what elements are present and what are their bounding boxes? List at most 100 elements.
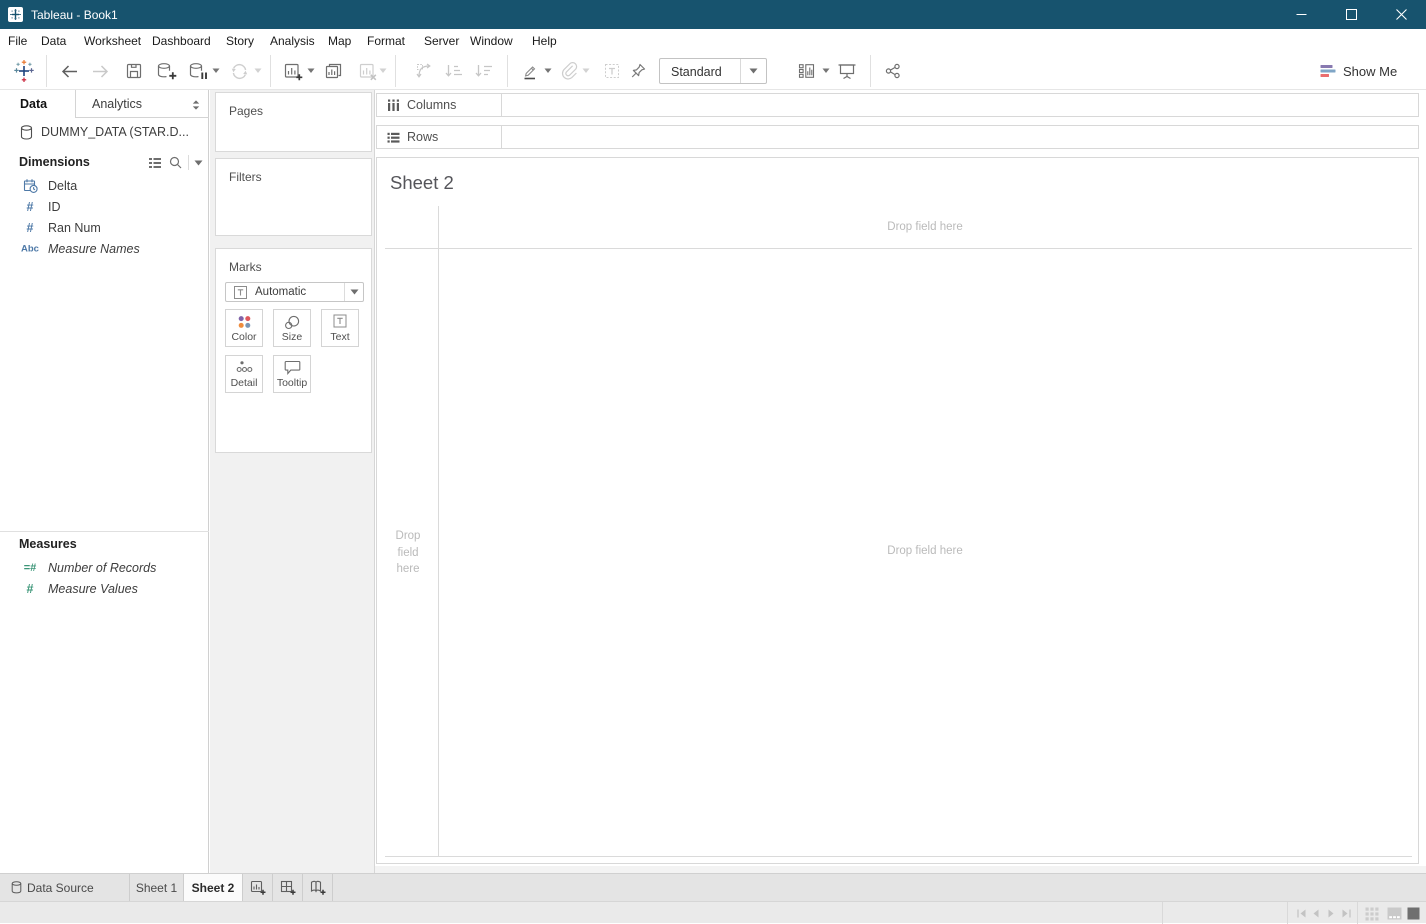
text-button[interactable]: Text	[321, 309, 359, 347]
dimensions-menu-caret[interactable]	[194, 160, 203, 166]
view-as-list-icon[interactable]	[148, 157, 162, 169]
group-members-caret[interactable]	[582, 68, 590, 74]
show-me-button[interactable]: Show Me	[1320, 58, 1397, 84]
size-button[interactable]: Size	[273, 309, 311, 347]
color-button[interactable]: Color	[225, 309, 263, 347]
field-measure-names[interactable]: Abc Measure Names	[0, 238, 209, 259]
swap-axes-button[interactable]	[412, 59, 436, 83]
show-mark-labels-button[interactable]	[600, 59, 624, 83]
tooltip-icon	[274, 360, 310, 375]
database-icon	[20, 125, 33, 140]
highlight-button[interactable]	[518, 59, 542, 83]
size-icon	[274, 314, 310, 331]
show-sheet-tabs-icon[interactable]	[1407, 907, 1420, 920]
sheet2-tab-active[interactable]: Sheet 2	[184, 874, 243, 901]
field-label: Number of Records	[48, 561, 156, 575]
fit-selector[interactable]: Standard	[659, 58, 767, 84]
close-button[interactable]	[1376, 0, 1426, 29]
new-worksheet-tab-button[interactable]	[243, 874, 273, 901]
clear-sheet-caret[interactable]	[379, 68, 387, 74]
detail-button[interactable]: Detail	[225, 355, 263, 393]
dimensions-title: Dimensions	[19, 155, 90, 169]
tab-analytics[interactable]: Analytics	[75, 90, 209, 118]
show-hide-cards-button[interactable]	[793, 59, 819, 83]
menu-worksheet[interactable]: Worksheet	[84, 29, 141, 53]
new-worksheet-button[interactable]	[280, 59, 304, 83]
new-story-tab-button[interactable]	[303, 874, 333, 901]
redo-button[interactable]	[89, 59, 113, 83]
sheet1-tab[interactable]: Sheet 1	[130, 874, 184, 901]
rows-shelf[interactable]: Rows	[376, 125, 1419, 149]
menu-format[interactable]: Format	[367, 29, 405, 53]
menu-analysis[interactable]: Analysis	[270, 29, 315, 53]
maximize-button[interactable]	[1326, 0, 1376, 29]
duplicate-sheet-button[interactable]	[321, 59, 345, 83]
toolbar: Standard Show Me	[0, 53, 1426, 90]
find-field-icon[interactable]	[169, 156, 182, 169]
field-delta[interactable]: Delta	[0, 175, 209, 196]
show-filmstrip-icon[interactable]	[1387, 907, 1402, 920]
tab-data[interactable]: Data	[0, 90, 75, 118]
group-members-button[interactable]	[557, 59, 581, 83]
pause-auto-updates-caret[interactable]	[212, 68, 220, 74]
fix-axes-button[interactable]	[626, 59, 650, 83]
presentation-mode-button[interactable]	[835, 59, 859, 83]
menu-dashboard[interactable]: Dashboard	[152, 29, 211, 53]
drop-field-hint-rows: Drop field here	[387, 528, 429, 578]
go-last-sheet-icon[interactable]	[1341, 909, 1352, 918]
number-icon: #	[21, 582, 39, 596]
field-ran-num[interactable]: # Ran Num	[0, 217, 209, 238]
new-data-source-button[interactable]	[153, 59, 179, 83]
pages-card[interactable]: Pages	[215, 92, 372, 152]
fit-selector-caret[interactable]	[740, 59, 766, 83]
size-label: Size	[274, 331, 310, 343]
cards-panel: Pages Filters Marks Automatic Color	[210, 90, 375, 873]
go-next-sheet-icon[interactable]	[1327, 909, 1335, 918]
field-id[interactable]: # ID	[0, 196, 209, 217]
field-number-of-records[interactable]: =# Number of Records	[0, 557, 209, 578]
show-hide-cards-caret[interactable]	[822, 68, 830, 74]
clear-sheet-button[interactable]	[355, 59, 379, 83]
menu-help[interactable]: Help	[532, 29, 557, 53]
menu-bar: File Data Worksheet Dashboard Story Anal…	[0, 29, 1426, 53]
go-first-sheet-icon[interactable]	[1296, 909, 1307, 918]
show-sheet-sorter-icon[interactable]	[1365, 907, 1379, 921]
sort-descending-button[interactable]	[471, 59, 495, 83]
go-prev-sheet-icon[interactable]	[1312, 909, 1320, 918]
menu-window[interactable]: Window	[470, 29, 513, 53]
sort-ascending-button[interactable]	[441, 59, 465, 83]
menu-server[interactable]: Server	[424, 29, 459, 53]
menu-story[interactable]: Story	[226, 29, 254, 53]
status-bar	[0, 901, 1426, 923]
number-icon: #	[21, 200, 39, 214]
pause-auto-updates-button[interactable]	[185, 59, 211, 83]
tableau-logo-button[interactable]	[11, 59, 37, 83]
sidebar-tabs-updown-icon[interactable]	[192, 100, 200, 110]
refresh-caret[interactable]	[254, 68, 262, 74]
menu-file[interactable]: File	[8, 29, 27, 53]
data-source-tab[interactable]: Data Source	[0, 874, 130, 901]
field-measure-values[interactable]: # Measure Values	[0, 578, 209, 599]
tooltip-button[interactable]: Tooltip	[273, 355, 311, 393]
drop-field-hint-body: Drop field here	[438, 545, 1412, 557]
save-button[interactable]	[122, 59, 146, 83]
menu-map[interactable]: Map	[328, 29, 351, 53]
filters-card[interactable]: Filters	[215, 158, 372, 236]
sheet-canvas[interactable]: Sheet 2 Drop field here Drop field here …	[376, 157, 1419, 864]
menu-data[interactable]: Data	[41, 29, 66, 53]
mark-type-dropdown[interactable]: Automatic	[225, 282, 364, 302]
text-icon	[322, 314, 358, 328]
mark-type-caret[interactable]	[344, 283, 363, 301]
refresh-button[interactable]	[227, 59, 251, 83]
new-dashboard-tab-button[interactable]	[273, 874, 303, 901]
share-button[interactable]	[881, 59, 905, 83]
minimize-button[interactable]	[1276, 0, 1326, 29]
highlight-caret[interactable]	[544, 68, 552, 74]
abc-icon: Abc	[21, 243, 39, 254]
undo-button[interactable]	[57, 59, 81, 83]
columns-shelf[interactable]: Columns	[376, 93, 1419, 117]
color-label: Color	[226, 331, 262, 343]
new-worksheet-caret[interactable]	[307, 68, 315, 74]
pane-splitter[interactable]	[0, 531, 209, 532]
data-source-item[interactable]: DUMMY_DATA (STAR.D...	[0, 118, 209, 147]
